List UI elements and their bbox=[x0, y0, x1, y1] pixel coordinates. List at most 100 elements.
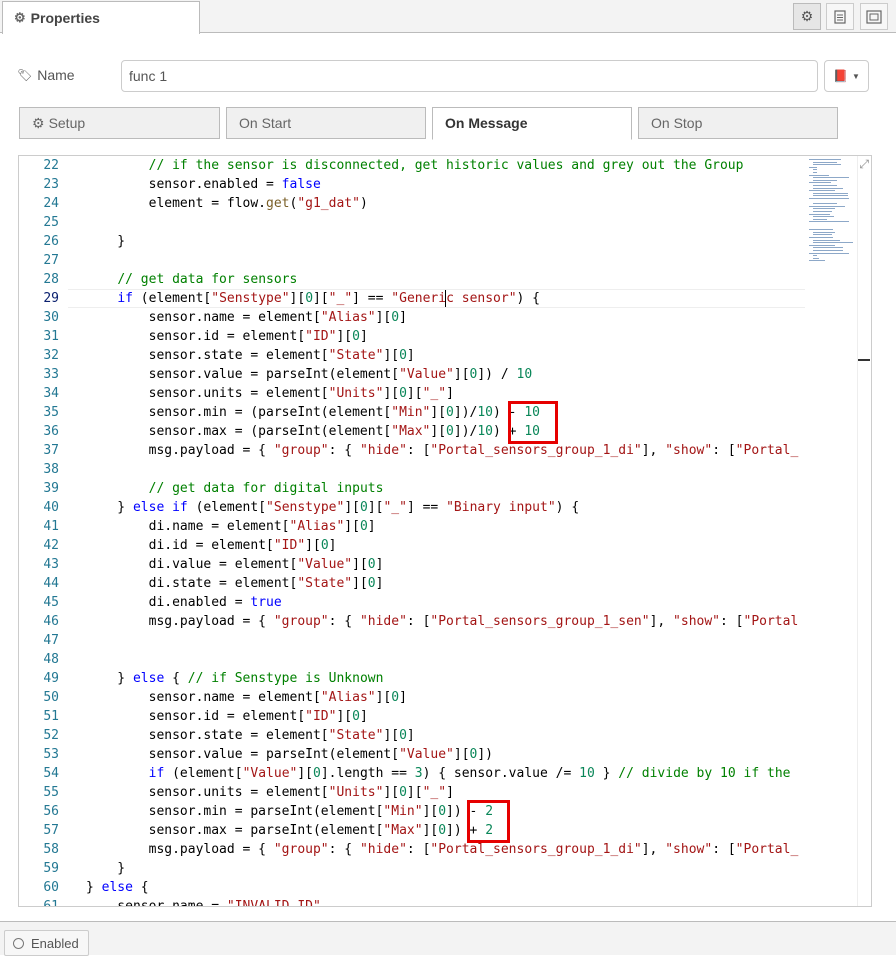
node-description-button[interactable] bbox=[826, 3, 854, 30]
code-token: 0 bbox=[438, 804, 447, 819]
code-token: 10 bbox=[516, 367, 533, 382]
minimap-line bbox=[813, 239, 841, 241]
code-token: ) { sensor.value /= bbox=[422, 766, 580, 781]
code-token: "group" bbox=[273, 614, 329, 629]
code-token: : [ bbox=[406, 842, 431, 857]
enabled-toggle[interactable]: Enabled bbox=[4, 930, 89, 956]
code-token: "_" bbox=[422, 386, 447, 401]
code-token: 0 bbox=[446, 424, 454, 439]
code-token: ] bbox=[399, 310, 407, 325]
line-number: 42 bbox=[43, 538, 59, 553]
code-token: 0 bbox=[367, 557, 376, 572]
code-line: di.state = element["State"][0] bbox=[86, 574, 384, 593]
code-token: di.state = element[ bbox=[86, 576, 298, 591]
minimap-line bbox=[809, 252, 849, 254]
code-token: ] bbox=[406, 728, 415, 743]
code-token: sensor.id = element[ bbox=[86, 709, 306, 724]
tab-on-message[interactable]: On Message bbox=[432, 107, 632, 140]
code-token: di.id = element[ bbox=[86, 538, 274, 553]
code-minimap[interactable] bbox=[805, 156, 857, 286]
properties-tab-label: Properties bbox=[30, 10, 100, 26]
code-token: "INVALID_ID" bbox=[227, 899, 321, 906]
code-token: } bbox=[86, 880, 102, 895]
tab-on-stop-label: On Stop bbox=[651, 115, 703, 131]
appearance-icon bbox=[866, 9, 882, 24]
minimap-line bbox=[813, 231, 836, 233]
code-token: "Senstype" bbox=[266, 500, 345, 515]
code-token: "show" bbox=[665, 842, 713, 857]
code-token: sensor.units = element[ bbox=[86, 785, 329, 800]
code-token: sensor.value = parseInt(element[ bbox=[86, 747, 400, 762]
properties-tab[interactable]: ⚙ Properties bbox=[2, 1, 200, 34]
code-token: // get data for digital inputs bbox=[148, 481, 384, 496]
library-button[interactable]: 📕 ▼ bbox=[824, 60, 869, 92]
node-appearance-button[interactable] bbox=[860, 3, 888, 30]
code-token: { bbox=[132, 880, 149, 895]
code-token: "_" bbox=[328, 291, 353, 306]
line-number: 22 bbox=[43, 158, 59, 173]
code-token: sensor.max = parseInt(element[ bbox=[86, 823, 384, 838]
line-number: 58 bbox=[43, 842, 59, 857]
code-line: sensor.id = element["ID"][0] bbox=[86, 707, 368, 726]
code-token: ]) / bbox=[477, 367, 517, 382]
code-token: ][ bbox=[344, 500, 360, 515]
code-line: if (element["Senstype"][0]["_"] == "Gene… bbox=[86, 289, 540, 308]
code-token: "Generic sensor" bbox=[391, 291, 517, 306]
line-number: 30 bbox=[43, 310, 59, 325]
code-token: ] bbox=[446, 386, 454, 401]
line-number: 50 bbox=[43, 690, 59, 705]
code-token: ] == bbox=[352, 291, 392, 306]
code-line: } else { // if Senstype is Unknown bbox=[86, 669, 383, 688]
code-token: } bbox=[86, 500, 133, 515]
code-token: ][ bbox=[305, 538, 321, 553]
code-token: (element[ bbox=[187, 500, 267, 515]
minimap-line bbox=[809, 190, 835, 192]
code-token: sensor.name = bbox=[86, 899, 227, 906]
chevron-down-icon: ▼ bbox=[852, 71, 860, 81]
code-line: sensor.value = parseInt(element["Value"]… bbox=[86, 745, 493, 764]
code-content[interactable]: // if the sensor is disconnected, get hi… bbox=[68, 156, 805, 906]
minimap-line bbox=[813, 195, 849, 197]
code-token: ])/ bbox=[453, 405, 478, 420]
code-token: ][ bbox=[336, 329, 353, 344]
code-token: 0 bbox=[399, 386, 407, 401]
code-token: ]) bbox=[477, 747, 494, 762]
line-number: 35 bbox=[43, 405, 59, 420]
code-token: "Min" bbox=[391, 405, 431, 420]
minimap-line bbox=[813, 179, 837, 181]
code-token: get bbox=[266, 196, 290, 211]
line-number: 37 bbox=[43, 443, 59, 458]
line-number: 27 bbox=[43, 253, 59, 268]
minimap-line bbox=[809, 182, 832, 184]
node-settings-button[interactable]: ⚙ bbox=[793, 3, 821, 30]
code-token: sensor.name = element[ bbox=[86, 690, 321, 705]
code-token: "show" bbox=[665, 443, 713, 458]
code-token: 10 bbox=[477, 424, 494, 439]
line-number: 24 bbox=[43, 196, 59, 211]
code-token: "Value" bbox=[242, 766, 298, 781]
code-token: ][ bbox=[422, 823, 439, 838]
code-token: 3 bbox=[414, 766, 423, 781]
code-token: ] bbox=[367, 519, 376, 534]
code-token: 0 bbox=[313, 766, 321, 781]
code-editor[interactable]: 22 23 24 25 26 27 28 29 30 31 32 33 34 35 36 37 38 39 40 41… bbox=[18, 155, 872, 907]
tab-on-stop[interactable]: On Stop bbox=[638, 107, 838, 139]
minimap-line bbox=[813, 255, 817, 257]
tab-on-start[interactable]: On Start bbox=[226, 107, 426, 139]
line-number: 61 bbox=[43, 899, 59, 907]
code-token: 10 bbox=[579, 766, 595, 781]
code-line: sensor.state = element["State"][0] bbox=[86, 346, 415, 365]
code-line: sensor.max = (parseInt(element["Max"][0]… bbox=[86, 422, 540, 441]
minimap-line bbox=[813, 250, 844, 251]
code-token: 0 bbox=[391, 310, 400, 325]
minimap-line bbox=[809, 159, 841, 160]
code-token: else bbox=[132, 671, 165, 686]
tab-setup[interactable]: ⚙ Setup bbox=[19, 107, 220, 139]
vertical-scrollbar[interactable] bbox=[857, 156, 871, 906]
line-number: 52 bbox=[43, 728, 59, 743]
line-number: 53 bbox=[43, 747, 59, 762]
code-line: // get data for digital inputs bbox=[86, 479, 384, 498]
code-line: di.name = element["Alias"][0] bbox=[86, 517, 376, 536]
name-input[interactable]: func 1 bbox=[121, 60, 818, 92]
